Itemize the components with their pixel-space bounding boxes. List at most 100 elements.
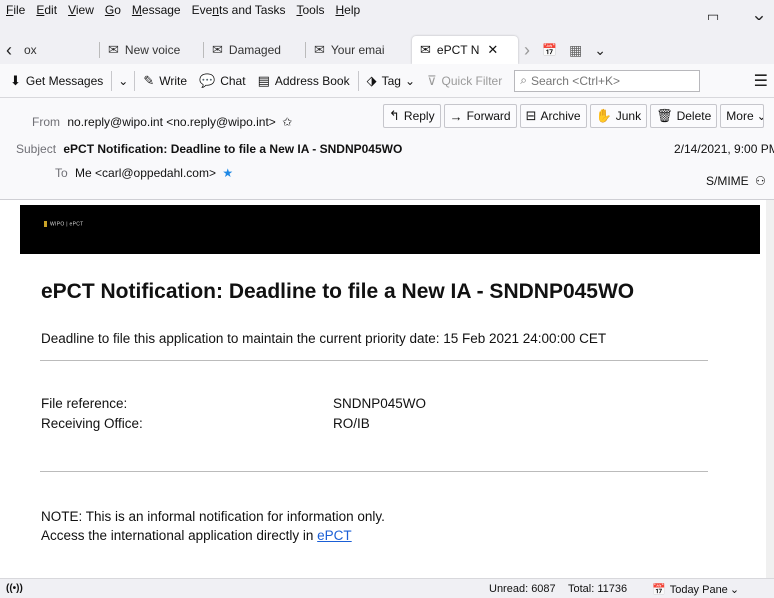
pencil-icon: ✎ [143, 72, 155, 88]
tab-inbox[interactable]: ox [16, 36, 100, 64]
smime-status[interactable]: S/MIME ⚇ [706, 174, 766, 188]
vertical-scrollbar[interactable] [766, 200, 774, 578]
from-value[interactable]: no.reply@wipo.int <no.reply@wipo.int> [67, 115, 275, 129]
forward-label: Forward [466, 109, 511, 123]
smime-label: S/MIME [706, 174, 749, 188]
divider [40, 471, 708, 472]
download-icon: ⬇ [10, 72, 21, 88]
get-messages-dropdown[interactable]: ⌄ [114, 71, 132, 91]
divider [40, 360, 708, 361]
file-reference-label: File reference: [41, 396, 128, 411]
chevron-down-icon: ⌄ [118, 73, 129, 88]
search-placeholder: Search <Ctrl+K> [530, 73, 620, 88]
toolbar-divider [111, 70, 113, 91]
forward-button[interactable]: → Forward [443, 104, 517, 128]
tab-new-voice[interactable]: ✉ New voice [100, 36, 204, 64]
header-action-buttons: ↰ Reply → Forward ⊟ Archive ✋ Junk 🗑 Del… [383, 104, 767, 128]
search-input[interactable]: ⌕ Search <Ctrl+K> [514, 69, 701, 92]
message-title: ePCT Notification: Deadline to file a Ne… [41, 280, 635, 303]
menu-go[interactable]: Go [105, 3, 121, 17]
receiving-office-label: Receiving Office: [41, 416, 143, 431]
get-messages-label: Get Messages [25, 73, 104, 88]
menu-file[interactable]: File [6, 3, 25, 17]
archive-icon: ⊟ [525, 108, 537, 123]
reply-label: Reply [403, 109, 435, 123]
epct-link[interactable]: ePCT [317, 528, 352, 543]
write-button[interactable]: ✎ Write [137, 70, 193, 92]
chevron-down-icon: ⌄ [729, 584, 740, 596]
envelope-icon: ✉ [314, 42, 325, 57]
chevron-down-icon: ⌄ [404, 73, 416, 88]
note-text: NOTE: This is an informal notification f… [41, 509, 385, 524]
filter-icon: ⊽ [427, 72, 437, 88]
chevron-down-icon[interactable]: ⌄ [588, 36, 612, 64]
tab-label: New voice [124, 43, 181, 57]
subject-value: ePCT Notification: Deadline to file a Ne… [63, 142, 403, 156]
main-toolbar: ⬇ Get Messages ⌄ ✎ Write 💬 Chat ▤ Addres… [0, 64, 774, 98]
access-line: Access the international application dir… [41, 528, 352, 543]
tasks-icon[interactable]: ▦ [563, 36, 588, 64]
address-book-button[interactable]: ▤ Address Book [252, 70, 356, 92]
wipo-banner: WIPO | ePCT [20, 205, 760, 254]
date-value: 2/14/2021, 9:00 PM [674, 142, 774, 156]
unread-count: Unread: 6087 [489, 583, 556, 595]
status-bar: ((•)) Unread: 6087 Total: 11736 📅 Today P… [0, 578, 774, 598]
toolbar-divider [357, 70, 359, 91]
total-count: Total: 11736 [568, 583, 628, 595]
tag-button[interactable]: ⬗ Tag ⌄ [361, 70, 421, 92]
tab-label: Your emai [330, 43, 385, 57]
tag-icon: ⬗ [366, 72, 377, 88]
more-button[interactable]: More ⌄ [720, 104, 765, 128]
trash-icon: 🗑 [656, 108, 673, 123]
star-icon[interactable]: ✩ [282, 115, 292, 129]
tab-epct-notification[interactable]: ✉ ePCT N ✕ [412, 36, 518, 64]
tab-your-email[interactable]: ✉ Your emai [306, 36, 412, 64]
menu-events-and-tasks[interactable]: Events and Tasks [192, 3, 286, 17]
menu-help[interactable]: Help [335, 3, 360, 17]
file-reference-value: SNDNP045WO [333, 396, 427, 411]
from-label: From [32, 115, 60, 129]
get-messages-button[interactable]: ⬇ Get Messages [4, 70, 109, 92]
address-book-icon: ▤ [257, 72, 270, 88]
envelope-icon: ✉ [108, 42, 119, 57]
access-text: Access the international application dir… [41, 528, 314, 543]
tab-label: Damaged [228, 43, 281, 57]
tab-scroll-left-icon[interactable]: ‹ [0, 36, 16, 64]
subject-label: Subject [16, 142, 57, 156]
message-body: WIPO | ePCT ePCT Notification: Deadline … [0, 200, 774, 578]
tab-bar: ‹ ox ✉ New voice ✉ Damaged ✉ Your emai ✉… [0, 20, 774, 64]
reply-button[interactable]: ↰ Reply [383, 104, 441, 128]
to-label: To [55, 166, 68, 180]
archive-label: Archive [540, 109, 581, 123]
tab-label: ox [24, 43, 37, 57]
menu-tools[interactable]: Tools [296, 3, 324, 17]
archive-button[interactable]: ⊟ Archive [519, 104, 587, 128]
menu-view[interactable]: View [68, 3, 94, 17]
toolbar-divider [134, 70, 136, 91]
subject-row: Subject ePCT Notification: Deadline to f… [16, 142, 402, 156]
to-row: To Me <carl@oppedahl.com> ★ [55, 166, 233, 180]
tab-label: ePCT N [436, 43, 480, 57]
quick-filter-label: Quick Filter [441, 73, 503, 88]
star-icon[interactable]: ★ [222, 166, 233, 180]
online-status-icon[interactable]: ((•)) [6, 583, 23, 594]
calendar-icon[interactable]: 📅 [536, 36, 563, 64]
tab-scroll-right-icon[interactable]: › [518, 36, 536, 64]
delete-button[interactable]: 🗑 Delete [650, 104, 718, 128]
menu-message[interactable]: Message [132, 3, 181, 17]
tab-strip: ‹ ox ✉ New voice ✉ Damaged ✉ Your emai ✉… [0, 36, 640, 64]
close-tab-icon[interactable]: ✕ [487, 42, 498, 58]
receiving-office-value: RO/IB [333, 416, 370, 431]
junk-button[interactable]: ✋ Junk [589, 104, 648, 128]
junk-icon: ✋ [595, 108, 612, 123]
app-menu-icon[interactable]: ☰ [754, 71, 768, 91]
from-row: From no.reply@wipo.int <no.reply@wipo.in… [32, 115, 292, 129]
quick-filter-button[interactable]: ⊽ Quick Filter [421, 70, 508, 92]
today-pane-toggle[interactable]: 📅 Today Pane ⌄ [652, 583, 739, 596]
tab-damaged[interactable]: ✉ Damaged [204, 36, 306, 64]
to-value[interactable]: Me <carl@oppedahl.com> [75, 166, 216, 180]
chat-button[interactable]: 💬 Chat [193, 70, 252, 92]
tag-label: Tag [381, 73, 401, 88]
chevron-down-icon: ⌄ [757, 109, 764, 123]
menu-edit[interactable]: Edit [36, 3, 57, 17]
